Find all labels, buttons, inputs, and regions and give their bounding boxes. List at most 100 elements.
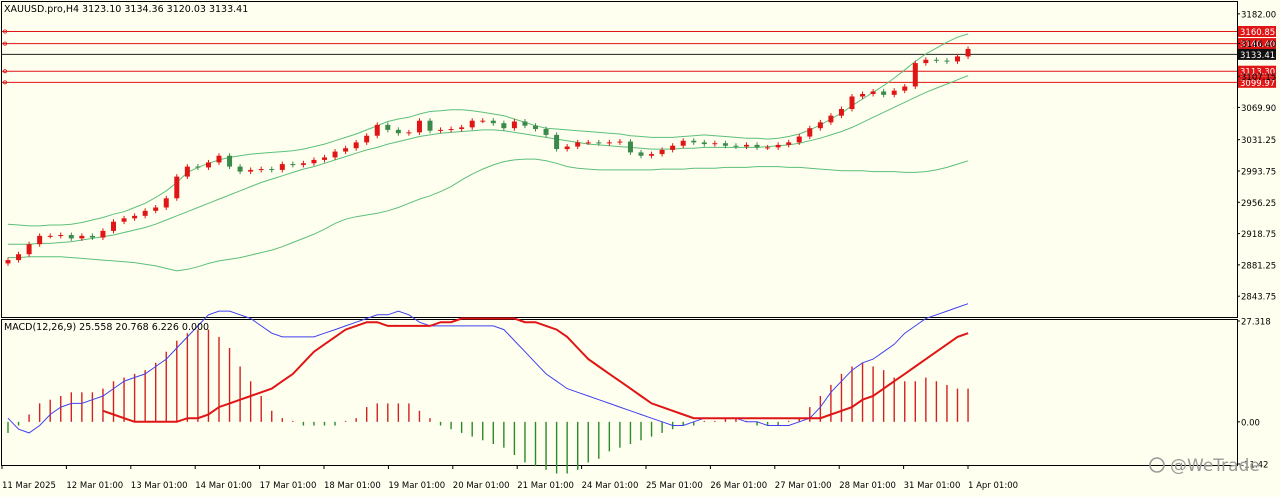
candle-body <box>617 141 623 143</box>
candle-body <box>121 218 127 222</box>
candle-body <box>849 96 855 110</box>
price-level-label: 3160.85 <box>1240 28 1275 38</box>
candle-body <box>174 176 180 199</box>
candle-body <box>111 221 116 231</box>
candle-body <box>163 198 169 208</box>
candle-body <box>459 127 465 130</box>
candle-body <box>933 59 939 61</box>
candle-body <box>364 135 370 143</box>
candle-body <box>554 134 560 150</box>
watermark-text: @WeTrade <box>1170 456 1260 476</box>
candle-body <box>248 169 254 172</box>
candle-body <box>385 124 391 130</box>
x-tick-label: 20 Mar 01:00 <box>453 481 510 491</box>
candle-body <box>153 207 159 211</box>
candle-body <box>786 142 792 145</box>
candle-body <box>902 86 908 91</box>
candle-body <box>300 163 306 165</box>
candle-body <box>16 254 22 261</box>
candle-body <box>100 230 106 238</box>
candle-body <box>58 235 64 237</box>
candle-body <box>649 154 655 156</box>
candle-body <box>79 235 85 239</box>
candle-body <box>132 215 138 219</box>
candle-body <box>765 147 771 149</box>
candle-body <box>37 235 43 245</box>
candle-body <box>416 120 422 133</box>
candle-body <box>290 164 296 166</box>
chart-canvas[interactable]: 3160.853146.403113.303099.973133.41 3182… <box>0 0 1280 493</box>
candle-body <box>838 109 844 116</box>
x-tick-label: 18 Mar 01:00 <box>324 481 381 491</box>
candle-body <box>575 142 581 147</box>
candle-body <box>891 90 897 95</box>
candle-body <box>965 48 971 57</box>
candle-body <box>480 120 486 122</box>
candle-body <box>638 152 644 156</box>
x-tick-label: 31 Mar 01:00 <box>904 481 961 491</box>
candle-body <box>955 56 960 62</box>
x-tick-label: 27 Mar 01:00 <box>775 481 832 491</box>
candle-body <box>322 157 327 160</box>
current-price-label: 3133.41 <box>1240 51 1275 61</box>
chart-window[interactable]: 3160.85 3146.40 3113.30 3099.97 3133.41 3182… <box>0 0 1280 493</box>
x-tick-label: 28 Mar 01:00 <box>839 481 896 491</box>
macd-y-tick-label: 27.318 <box>1241 318 1271 328</box>
candle-body <box>691 140 697 143</box>
candle-body <box>237 166 243 172</box>
candle-body <box>670 145 676 150</box>
candle-body <box>184 166 190 177</box>
candle-body <box>353 142 359 149</box>
candle-body <box>501 123 507 129</box>
candle <box>174 174 180 201</box>
candle-body <box>860 93 866 97</box>
x-tick-label: 25 Mar 01:00 <box>646 481 703 491</box>
candle-body <box>817 122 823 129</box>
candle-body <box>564 146 570 150</box>
candle-body <box>89 235 95 238</box>
candle-body <box>775 144 781 148</box>
candle-body <box>870 91 876 94</box>
candle-body <box>828 115 834 123</box>
y-tick-label: 2881.25 <box>1241 261 1276 271</box>
candle-body <box>227 155 233 167</box>
candle-body <box>522 121 528 126</box>
candle-body <box>26 244 32 255</box>
candle-body <box>659 149 665 155</box>
candle-body <box>269 169 275 171</box>
candle-body <box>406 132 412 134</box>
candle-body <box>912 63 918 87</box>
candle-body <box>744 144 749 147</box>
candle-body <box>438 129 444 131</box>
candle <box>912 60 918 89</box>
x-tick-label: 24 Mar 01:00 <box>582 481 639 491</box>
candle-body <box>448 129 454 131</box>
candle-body <box>216 155 222 163</box>
candle-body <box>68 235 74 239</box>
candle-body <box>712 143 718 145</box>
y-tick-label: 2993.75 <box>1241 167 1276 177</box>
candle-body <box>142 210 148 216</box>
candle-body <box>258 169 264 171</box>
candle-body <box>205 162 211 168</box>
candle-body <box>807 128 813 137</box>
candle-body <box>5 260 11 264</box>
y-tick-label: 3182.00 <box>1241 10 1276 20</box>
candle-body <box>923 59 929 64</box>
candle-body <box>796 136 802 143</box>
candle-body <box>881 91 887 95</box>
x-tick-label: 14 Mar 01:00 <box>195 481 252 491</box>
candle-body <box>585 142 591 144</box>
candle <box>554 132 560 152</box>
candle-body <box>680 140 686 146</box>
candle-body <box>533 125 538 130</box>
candle-body <box>395 129 401 134</box>
y-tick-label: 2918.75 <box>1241 230 1276 240</box>
candle-body <box>311 159 317 164</box>
x-tick-label: 13 Mar 01:00 <box>131 481 188 491</box>
candle-body <box>701 142 707 145</box>
candle-body <box>279 164 285 170</box>
x-tick-label: 12 Mar 01:00 <box>66 481 123 491</box>
candle-body <box>47 235 53 237</box>
x-tick-label: 26 Mar 01:00 <box>710 481 767 491</box>
